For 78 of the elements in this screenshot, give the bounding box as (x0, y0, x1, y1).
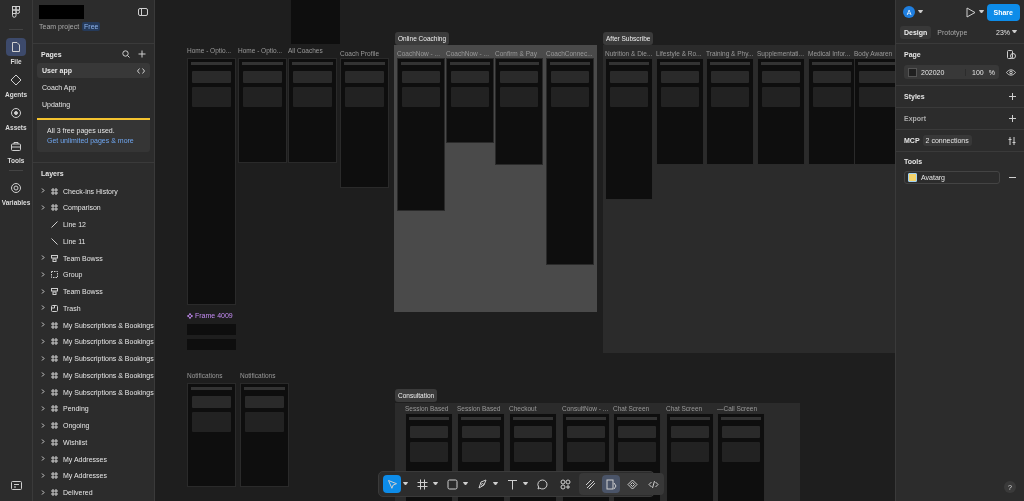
mode-button[interactable] (602, 475, 620, 493)
chevron-icon (41, 439, 45, 445)
chevron-icon (41, 271, 45, 277)
frame-icon (51, 438, 58, 446)
code-icon (647, 478, 659, 490)
diamond-icon (10, 74, 22, 86)
target-icon (10, 107, 22, 119)
chevron-icon (41, 456, 45, 461)
caret-icon (918, 10, 923, 14)
chevron-icon (41, 322, 45, 327)
rectangle-icon (446, 478, 458, 490)
eye-icon (1006, 68, 1016, 76)
component-icon (187, 312, 193, 319)
redacted-file-name (39, 5, 84, 19)
feedback-icon (10, 481, 22, 490)
frame-icon (51, 204, 58, 212)
chevron-icon (41, 288, 45, 294)
chevron-icon (41, 338, 45, 344)
sliders-icon (1008, 136, 1016, 145)
caret-icon (493, 482, 498, 486)
plus-icon (1009, 115, 1016, 122)
line-icon (51, 221, 58, 228)
chevron-icon (41, 489, 45, 495)
code-icon (137, 67, 145, 74)
play-icon (964, 6, 976, 18)
frame-icon (51, 472, 58, 480)
chevron-icon (41, 405, 45, 411)
component-icon (626, 478, 638, 490)
caret-icon (978, 10, 984, 14)
caret-icon (1012, 30, 1017, 34)
actions-icon (559, 478, 571, 490)
caret-icon (463, 482, 468, 486)
chevron-icon (41, 355, 45, 361)
chevron-icon (41, 472, 45, 478)
minus-icon (1009, 176, 1016, 179)
section-icon (51, 304, 58, 312)
text-tool-icon (506, 478, 518, 490)
frame-icon (51, 355, 58, 362)
frame-icon (51, 388, 58, 396)
group-icon (51, 271, 58, 279)
comment-icon (536, 478, 548, 490)
frame-icon (51, 405, 58, 413)
cursor-icon (386, 478, 398, 490)
page-settings-icon (1007, 50, 1016, 59)
caret-icon (403, 482, 408, 486)
chevron-icon (41, 255, 45, 260)
rail-tab[interactable] (6, 38, 26, 56)
sidebar-toggle-icon (138, 8, 148, 16)
chevron-icon (41, 305, 45, 311)
frame-icon (51, 422, 58, 429)
search-icon (122, 50, 130, 59)
pen-icon (476, 478, 488, 490)
design-mode-icon (605, 478, 617, 490)
toolbox-icon (10, 140, 22, 152)
line-icon (51, 237, 58, 245)
plus-icon (1009, 93, 1016, 100)
auto-layout-icon (51, 288, 58, 295)
caret-icon (433, 482, 438, 486)
chevron-icon (41, 188, 45, 193)
frame-icon (51, 371, 58, 379)
frame-icon (51, 489, 58, 496)
frame-icon (51, 187, 58, 195)
frame-icon (51, 455, 58, 463)
app-logo-icon (12, 6, 20, 18)
auto-layout-icon (51, 254, 58, 262)
frame-icon (416, 478, 428, 490)
file-icon (11, 41, 21, 53)
frame-icon (51, 338, 58, 346)
plus-icon (138, 50, 146, 59)
chevron-icon (41, 372, 45, 378)
caret-icon (523, 482, 528, 486)
chevron-icon (41, 422, 45, 428)
chevron-icon (41, 389, 45, 394)
tool-button[interactable] (383, 475, 401, 493)
variables-icon (10, 182, 22, 194)
pencil-strokes-icon (584, 478, 596, 490)
chevron-icon (41, 204, 45, 210)
frame-icon (51, 321, 58, 329)
